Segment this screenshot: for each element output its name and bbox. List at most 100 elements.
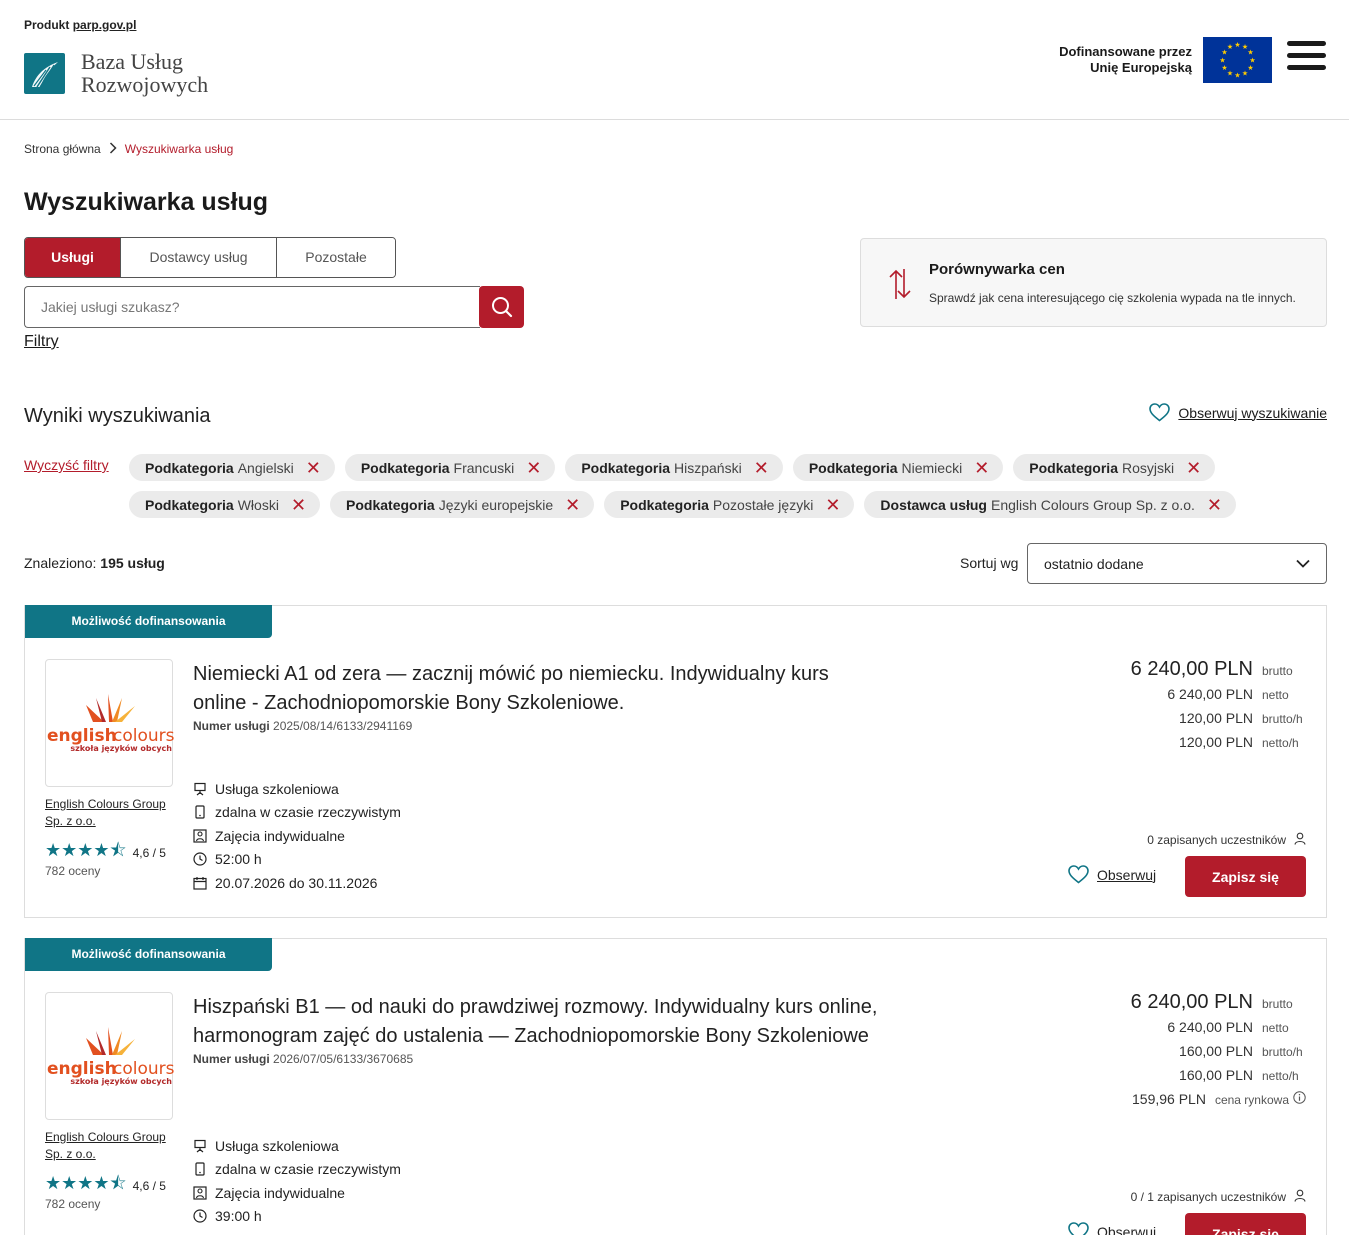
service-number-value: 2026/07/05/6133/3670685 (273, 1052, 414, 1066)
provider-name-line-2: Sp. z o.o. (45, 814, 96, 828)
found-count: 195 usług (100, 555, 165, 571)
sort-value: ostatnio dodane (1044, 555, 1144, 572)
logo-subtitle: szkoła języków obcych (70, 743, 172, 753)
tab-services[interactable]: Usługi (25, 238, 121, 277)
eu-line-2: Unię Europejską (1090, 60, 1192, 75)
tab-other[interactable]: Pozostałe (277, 238, 395, 277)
svg-text:★: ★ (1227, 70, 1233, 78)
rating-count: 782 oceny (45, 1197, 101, 1211)
clock-icon (193, 1209, 207, 1223)
logo-word-1: english (47, 1059, 117, 1079)
price-net-hourly: 120,00 PLN netto/h (1179, 734, 1299, 750)
price-gross-hourly: 160,00 PLN brutto/h (1179, 1043, 1303, 1059)
search-bar (24, 286, 524, 328)
breadcrumb-home[interactable]: Strona główna (24, 142, 101, 156)
filters-link[interactable]: Filtry (24, 333, 59, 351)
funding-badge: Możliwość dofinansowania (25, 605, 272, 638)
observe-search-label: Obserwuj wyszukiwanie (1178, 404, 1327, 421)
filter-chip: Podkategoria Pozostałe języki ✕ (604, 491, 855, 518)
feature-dates: 20.07.2026 do 30.11.2026 (193, 871, 401, 895)
bur-logo-icon (24, 52, 65, 94)
parp-link[interactable]: parp.gov.pl (73, 18, 137, 32)
price-net: 6 240,00 PLN netto (1167, 686, 1289, 702)
service-features: Usługa szkoleniowa zdalna w czasie rzecz… (193, 777, 401, 895)
eu-funding-text: Dofinansowane przez Unię Europejską (1059, 44, 1192, 76)
logo-subtitle: szkoła języków obcych (70, 1076, 172, 1086)
svg-text:★: ★ (1234, 41, 1240, 49)
title-line-2: online - Zachodniopomorskie Bony Szkolen… (193, 692, 625, 714)
close-icon[interactable]: ✕ (754, 459, 769, 477)
search-icon (491, 297, 512, 318)
provider-logo[interactable]: english colours szkoła języków obcych (45, 659, 175, 787)
active-filter-chips: Podkategoria Angielski ✕ Podkategoria Franc… (129, 454, 1239, 518)
feature-type: Usługa szkoleniowa (193, 1134, 401, 1158)
price-comparator-box[interactable]: Porównywarka cen Sprawdź jak cena intere… (860, 238, 1327, 327)
sort-label: Sortuj wg (960, 555, 1019, 571)
signup-button[interactable]: Zapisz się (1185, 856, 1306, 897)
chip-value: English Colours Group Sp. z o.o. (991, 496, 1195, 513)
feature-format: Zajęcia indywidualne (193, 824, 401, 848)
service-title-link[interactable]: Niemiecki A1 od zera — zacznij mówić po … (193, 660, 913, 718)
chip-key: Podkategoria (346, 496, 435, 513)
bur-logo[interactable]: Baza Usług Rozwojowych (24, 50, 208, 96)
price-market: 159,96 PLN cena rynkowa (1131, 1091, 1306, 1115)
rating-count: 782 oceny (45, 864, 101, 878)
title-line-2: harmonogram zajęć do ustalenia — Zachodn… (193, 1025, 869, 1047)
person-icon (1294, 1189, 1306, 1205)
close-icon[interactable]: ✕ (974, 459, 989, 477)
chip-value: Pozostałe języki (712, 496, 814, 513)
close-icon[interactable]: ✕ (291, 496, 306, 514)
search-button[interactable] (479, 286, 524, 328)
device-icon (193, 1162, 207, 1176)
rating-value: 4,6 / 5 (132, 1179, 166, 1193)
breadcrumb-current: Wyszukiwarka usług (124, 142, 234, 156)
close-icon[interactable]: ✕ (1207, 496, 1222, 514)
close-icon[interactable]: ✕ (1186, 459, 1201, 477)
page-title: Wyszukiwarka usług (24, 188, 269, 216)
sort-select[interactable]: ostatnio dodane (1027, 543, 1327, 584)
service-number-value: 2025/08/14/6133/2941169 (273, 719, 413, 733)
svg-text:★: ★ (1242, 70, 1248, 78)
info-icon[interactable] (1293, 1091, 1306, 1104)
signup-button[interactable]: Zapisz się (1185, 1213, 1306, 1235)
svg-text:★: ★ (1227, 43, 1233, 51)
logo-word-1: english (47, 726, 117, 746)
tab-providers[interactable]: Dostawcy usług (121, 238, 277, 277)
provider-logo[interactable]: english colours szkoła języków obcych (45, 992, 175, 1120)
provider-name-link[interactable]: English Colours Group Sp. z o.o. (45, 796, 173, 830)
provider-name-line-2: Sp. z o.o. (45, 1147, 96, 1161)
logo-line-2: Rozwojowych (81, 72, 209, 97)
svg-text:★: ★ (1247, 49, 1253, 57)
close-icon[interactable]: ✕ (306, 459, 321, 477)
device-icon (193, 805, 207, 819)
svg-text:★: ★ (1234, 72, 1240, 80)
chip-key: Podkategoria (1029, 459, 1118, 476)
training-board-icon (193, 782, 207, 796)
close-icon[interactable]: ✕ (565, 496, 580, 514)
observe-button[interactable]: Obserwuj (1068, 865, 1156, 884)
chip-key: Podkategoria (145, 459, 234, 476)
breadcrumb: Strona główna Wyszukiwarka usług (24, 141, 233, 157)
clear-filters-link[interactable]: Wyczyść filtry (24, 457, 109, 473)
heart-icon (1068, 865, 1089, 884)
swap-arrows-icon (887, 267, 913, 306)
close-icon[interactable]: ✕ (825, 496, 840, 514)
filter-chip: Podkategoria Niemiecki ✕ (792, 454, 1004, 481)
provider-name-link[interactable]: English Colours Group Sp. z o.o. (45, 1129, 173, 1163)
filter-chip: Podkategoria Włoski ✕ (129, 491, 321, 518)
found-prefix: Znaleziono: (24, 555, 97, 571)
search-input[interactable] (24, 286, 480, 328)
close-icon[interactable]: ✕ (526, 459, 541, 477)
chevron-down-icon (1296, 559, 1310, 568)
eu-flag-icon: ★ ★ ★ ★ ★ ★ ★ ★ ★ ★ ★ ★ (1203, 37, 1272, 83)
service-title-link[interactable]: Hiszpański B1 — od nauki do prawdziwej r… (193, 993, 953, 1051)
chevron-right-icon (109, 141, 117, 157)
chip-key: Podkategoria (808, 459, 898, 476)
observe-button[interactable]: Obserwuj (1068, 1222, 1156, 1235)
feature-format: Zajęcia indywidualne (193, 1181, 401, 1205)
observe-search-button[interactable]: Obserwuj wyszukiwanie (1149, 403, 1327, 422)
logo-word-2: colours (113, 726, 174, 746)
menu-hamburger-icon[interactable] (1287, 41, 1326, 73)
price-list: 6 240,00 PLN brutto 6 240,00 PLN netto 160… (1131, 991, 1306, 1115)
search-tabs: Usługi Dostawcy usług Pozostałe (24, 237, 396, 278)
